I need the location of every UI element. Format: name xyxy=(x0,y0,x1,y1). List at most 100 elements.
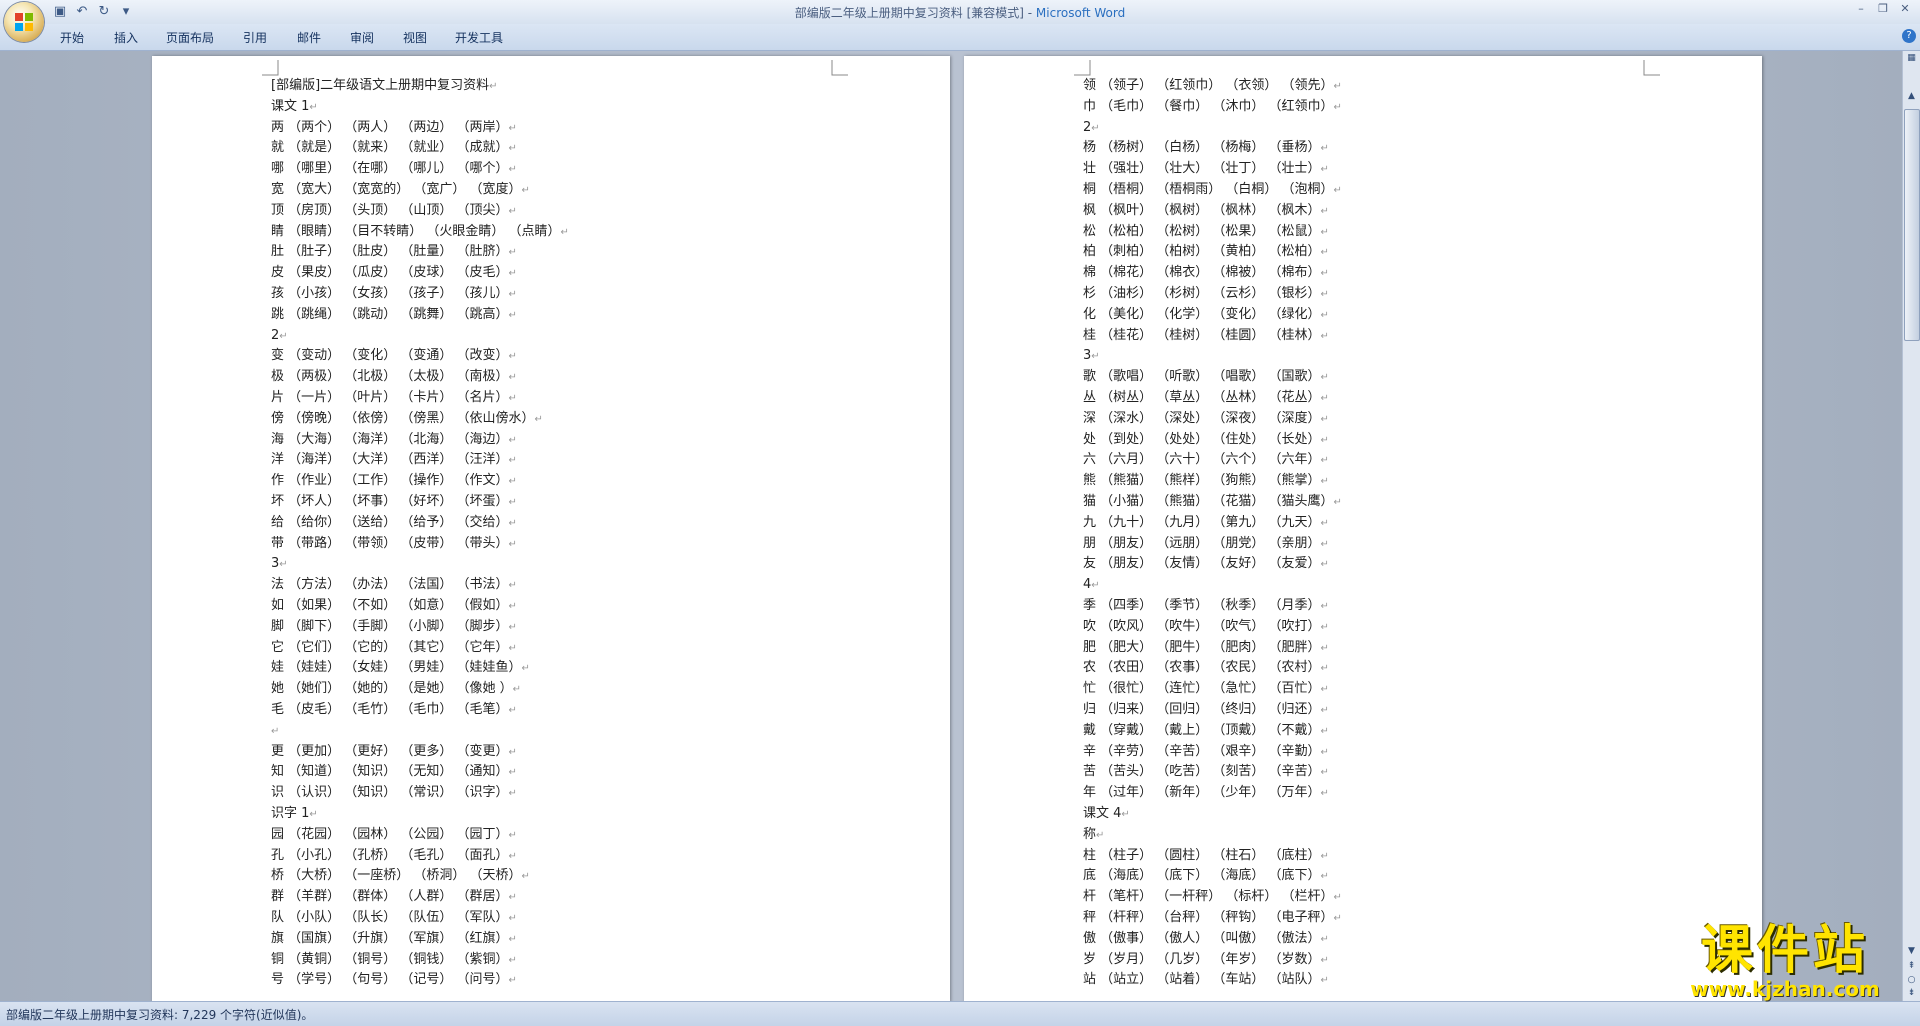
office-logo-icon xyxy=(15,13,33,31)
text-line-content: 朋 （朋友） （远朋） （朋党） （亲朋） xyxy=(1083,535,1321,551)
paragraph-mark-icon: ↵ xyxy=(1320,455,1329,467)
paragraph-mark-icon: ↵ xyxy=(508,538,517,550)
paragraph-mark-icon: ↵ xyxy=(1320,954,1329,966)
text-line-content: 辛 （辛劳） （辛苦） （艰辛） （辛勤） xyxy=(1083,743,1321,759)
text-line-content: 年 （过年） （新年） （少年） （万年） xyxy=(1083,785,1321,801)
text-line: 娃 （娃娃） （女娃） （男娃） （娃娃鱼）↵ xyxy=(271,658,530,678)
text-line-content: 枫 （枫叶） （枫树） （枫林） （枫木） xyxy=(1083,202,1321,218)
text-line-content: 傍 （傍晚） （依傍） （傍黑） （依山傍水） xyxy=(271,410,535,426)
paragraph-mark-icon: ↵ xyxy=(1333,913,1342,924)
paragraph-mark-icon: ↵ xyxy=(1320,289,1329,300)
vertical-scrollbar[interactable]: ▦ ▲ ▼ ⇞ ○ ⇟ xyxy=(1902,51,1920,1001)
window-controls: – ❐ ✕ xyxy=(1852,2,1914,16)
paragraph-mark-icon: ↵ xyxy=(508,164,517,176)
tab-insert[interactable]: 插入 xyxy=(114,29,138,46)
tab-developer[interactable]: 开发工具 xyxy=(455,29,503,46)
help-icon[interactable]: ? xyxy=(1902,29,1916,43)
text-line-content: 片 （一片） （叶片） （卡片） （名片） xyxy=(271,390,509,405)
paragraph-mark-icon: ↵ xyxy=(1333,892,1342,904)
ruler-toggle-icon[interactable]: ▦ xyxy=(1905,53,1918,63)
text-line-content: 孔 （小孔） （孔桥） （毛孔） （面孔） xyxy=(271,847,509,863)
paragraph-mark-icon: ↵ xyxy=(1333,497,1342,508)
minimize-icon[interactable]: – xyxy=(1852,2,1870,16)
scroll-up-icon[interactable]: ▲ xyxy=(1905,91,1918,101)
text-line: 如 （如果） （不如） （如意） （假如）↵ xyxy=(271,596,517,616)
tab-mailings[interactable]: 邮件 xyxy=(297,29,321,46)
paragraph-mark-icon: ↵ xyxy=(1091,351,1100,363)
text-line-content: 宽 （宽大） （宽宽的） （宽广） （宽度） xyxy=(271,182,522,197)
text-line-content: 知 （知道） （知识） （无知） （通知） xyxy=(271,764,509,780)
paragraph-mark-icon: ↵ xyxy=(508,975,517,987)
text-line: 柱 （柱子） （圆柱） （柱石） （底柱）↵ xyxy=(1083,846,1329,866)
paragraph-mark-icon: ↵ xyxy=(1320,372,1329,384)
text-line-content: 杉 （油杉） （杉树） （云杉） （银杉） xyxy=(1083,286,1321,301)
text-line: 桥 （大桥） （一座桥） （桥洞） （天桥）↵ xyxy=(271,866,530,886)
text-line-content: 哪 （哪里） （在哪） （哪儿） （哪个） xyxy=(271,161,509,177)
tab-review[interactable]: 审阅 xyxy=(350,29,374,46)
paragraph-mark-icon: ↵ xyxy=(1320,559,1329,571)
text-line: 哪 （哪里） （在哪） （哪儿） （哪个）↵ xyxy=(271,159,517,179)
previous-page-icon[interactable]: ⇞ xyxy=(1905,961,1918,971)
text-line-content: 松 （松柏） （松树） （松果） （松鼠） xyxy=(1083,223,1321,239)
text-line: 归 （归来） （回归） （终归） （归还）↵ xyxy=(1083,700,1329,720)
text-line: 丛 （树丛） （草丛） （丛林） （花丛）↵ xyxy=(1083,388,1329,408)
paragraph-mark-icon: ↵ xyxy=(1333,81,1342,92)
text-line: 坏 （坏人） （坏事） （好坏） （坏蛋）↵ xyxy=(271,492,517,512)
paragraph-mark-icon: ↵ xyxy=(1320,205,1329,217)
text-line: 桐 （梧桐） （梧桐雨） （白桐） （泡桐）↵ xyxy=(1083,180,1342,200)
close-icon[interactable]: ✕ xyxy=(1896,2,1914,16)
text-line: 底 （海底） （底下） （海底） （底下）↵ xyxy=(1083,866,1329,886)
text-line: 法 （方法） （办法） （法国） （书法）↵ xyxy=(271,575,517,595)
tab-references[interactable]: 引用 xyxy=(243,29,267,46)
text-line-content: 丛 （树丛） （草丛） （丛林） （花丛） xyxy=(1083,390,1321,405)
office-button[interactable] xyxy=(4,2,44,42)
tab-page-layout[interactable]: 页面布局 xyxy=(166,29,214,46)
paragraph-mark-icon: ↵ xyxy=(508,705,517,716)
text-line-content: 作 （作业） （工作） （操作） （作文） xyxy=(271,473,509,489)
paragraph-mark-icon: ↵ xyxy=(1320,309,1329,321)
paragraph-mark-icon: ↵ xyxy=(508,767,517,779)
paragraph-mark-icon: ↵ xyxy=(1320,746,1329,758)
paragraph-mark-icon: ↵ xyxy=(1320,850,1329,862)
text-line-content: 六 （六月） （六十） （六个） （六年） xyxy=(1083,452,1321,468)
text-line: 称↵ xyxy=(1083,825,1104,845)
paragraph-mark-icon: ↵ xyxy=(508,205,517,217)
text-line-content: 洋 （海洋） （大洋） （西洋） （汪洋） xyxy=(271,452,509,468)
status-text: 部编版二年级上册期中复习资料: 7,229 个字符(近似值)。 xyxy=(6,1008,314,1022)
paragraph-mark-icon: ↵ xyxy=(508,122,517,134)
next-page-icon[interactable]: ⇟ xyxy=(1905,988,1918,998)
restore-icon[interactable]: ❐ xyxy=(1874,2,1892,16)
browse-object-icon[interactable]: ○ xyxy=(1905,975,1918,985)
text-line-content: 娃 （娃娃） （女娃） （男娃） （娃娃鱼） xyxy=(271,660,522,676)
text-line: 歌 （歌唱） （听歌） （唱歌） （国歌）↵ xyxy=(1083,367,1329,387)
text-line: 识字 1↵ xyxy=(271,804,318,824)
text-line-content: 深 （深水） （深处） （深夜） （深度） xyxy=(1083,410,1321,426)
text-line: 化 （美化） （化学） （变化） （绿化）↵ xyxy=(1083,305,1329,325)
tab-home[interactable]: 开始 xyxy=(60,29,84,46)
paragraph-mark-icon: ↵ xyxy=(1320,684,1329,696)
text-line: 片 （一片） （叶片） （卡片） （名片）↵ xyxy=(271,388,517,408)
text-line: 两 （两个） （两人） （两边） （两岸）↵ xyxy=(271,118,517,138)
document-page-1[interactable]: [部编版]二年级语文上册期中复习资料↵ 课文 1↵ 两 （两个） （两人） （两边）… xyxy=(152,56,950,1002)
document-page-2[interactable]: 领 （领子） （红领巾） （衣领） （领先）↵ 巾 （毛巾） （餐巾） （沐巾） … xyxy=(964,56,1762,1002)
text-line: 松 （松柏） （松树） （松果） （松鼠）↵ xyxy=(1083,222,1329,242)
paragraph-mark-icon: ↵ xyxy=(521,185,530,196)
text-line: 就 （就是） （就来） （就业） （成就）↵ xyxy=(271,138,517,158)
scrollbar-thumb[interactable] xyxy=(1904,109,1920,341)
text-line-content: 两 （两个） （两人） （两边） （两岸） xyxy=(271,119,509,135)
text-line: 熊 （熊猫） （熊样） （狗熊） （熊掌）↵ xyxy=(1083,471,1329,491)
text-line-content: 称 xyxy=(1083,826,1097,842)
text-line-content: 变 （变动） （变化） （变通） （改变） xyxy=(271,348,509,364)
tab-view[interactable]: 视图 xyxy=(403,29,427,46)
paragraph-mark-icon: ↵ xyxy=(1320,725,1329,737)
text-line: 课文 1↵ xyxy=(271,97,318,117)
text-line: 她 （她们） （她的） （是她） （像她 ）↵ xyxy=(271,679,521,699)
text-line: 九 （九十） （九月） （第九） （九天）↵ xyxy=(1083,513,1329,533)
text-line-content: 脚 （脚下） （手脚） （小脚） （脚步） xyxy=(271,618,509,634)
text-line-content: 戴 （穿戴） （戴上） （顶戴） （不戴） xyxy=(1083,722,1321,738)
text-line: 变 （变动） （变化） （变通） （改变）↵ xyxy=(271,346,517,366)
paragraph-mark-icon: ↵ xyxy=(1320,933,1329,945)
paragraph-mark-icon: ↵ xyxy=(1320,538,1329,550)
paragraph-mark-icon: ↵ xyxy=(1320,413,1329,425)
scroll-down-icon[interactable]: ▼ xyxy=(1905,946,1918,956)
